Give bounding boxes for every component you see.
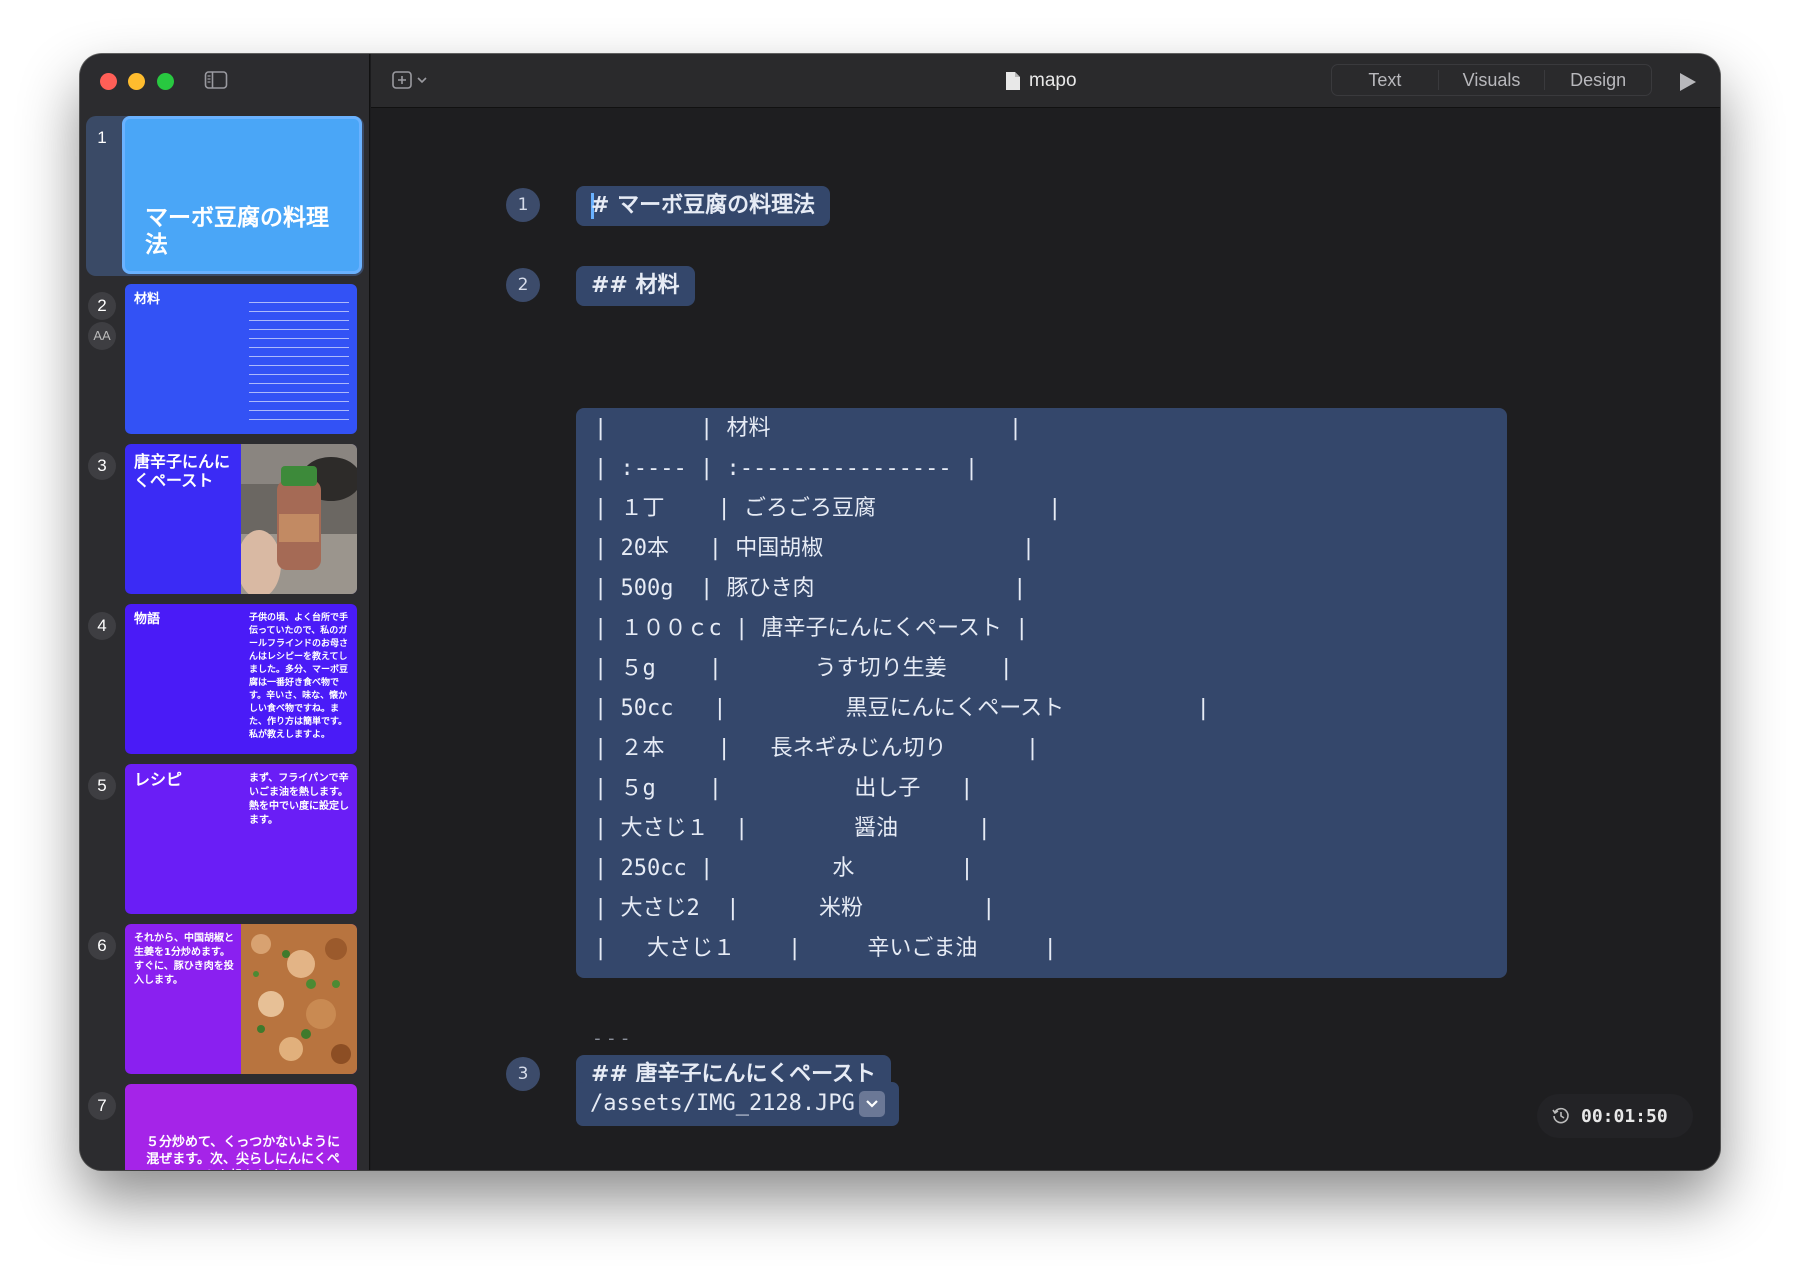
mapo-tofu-photo	[241, 924, 357, 1074]
slide-title: 唐辛子にんにくペースト	[134, 452, 231, 490]
table-line: | 50cc | 黒豆にんにくペースト |	[594, 696, 1210, 721]
document-name: mapo	[1029, 70, 1077, 91]
toolbar: mapo Text Visuals Design	[371, 54, 1720, 108]
slide-preview: それから、中国胡椒と生姜を1分炒めます。すぐに、豚ひき肉を投入します。	[125, 924, 357, 1074]
table-line: | 大さじ１ | 辛いごま油 |	[594, 936, 1057, 961]
slide-sidebar: 1 マーボ豆腐の料理法 2 AA 材料 3 唐辛子にんにくペースト 4 物語 子…	[80, 54, 370, 1170]
table-line: | ５g | 出し子 |	[594, 776, 974, 801]
app-window: 1 マーボ豆腐の料理法 2 AA 材料 3 唐辛子にんにくペースト 4 物語 子…	[80, 54, 1720, 1170]
slide-thumbnail-4[interactable]: 4 物語 子供の頃、よく台所で手伝っていたので、私のガールフラインドのお母さんは…	[80, 604, 370, 764]
heading-text: # マーボ豆腐の料理法	[591, 193, 816, 218]
tab-design[interactable]: Design	[1545, 70, 1651, 90]
slide-thumbnail-6[interactable]: 6 それから、中国胡椒と生姜を1分炒めます。すぐに、豚ひき肉を投入します。	[80, 924, 370, 1084]
slide-body-text: それから、中国胡椒と生姜を1分炒めます。すぐに、豚ひき肉を投入します。	[134, 933, 234, 986]
table-line: | 20本 | 中国胡椒 |	[594, 536, 1036, 561]
slide-thumbnail-3[interactable]: 3 唐辛子にんにくペースト	[80, 444, 370, 604]
slide-number: 6	[88, 932, 116, 960]
slide-table-preview	[249, 294, 349, 420]
editor-area: mapo Text Visuals Design 1 # マーボ豆腐の料理法 -…	[371, 54, 1720, 1170]
slide-list: 1 マーボ豆腐の料理法 2 AA 材料 3 唐辛子にんにくペースト 4 物語 子…	[80, 116, 370, 1170]
slide-number: 5	[88, 772, 116, 800]
table-line: | :---- | :---------------- |	[594, 456, 979, 481]
slide-thumbnail-1[interactable]: 1 マーボ豆腐の料理法	[80, 116, 370, 276]
slide-thumbnail-5[interactable]: 5 レシピ まず、フライパンで辛いごま油を熱します。熱を中でい度に設定します。	[80, 764, 370, 924]
slide-number: 2	[88, 292, 116, 320]
play-icon[interactable]	[1677, 72, 1697, 92]
slide-marker-2[interactable]: 2	[506, 268, 540, 302]
slide-preview: 材料	[125, 284, 357, 434]
view-mode-segmented-control: Text Visuals Design	[1331, 64, 1652, 96]
jar-photo	[241, 444, 357, 594]
slide-separator: ---	[592, 1028, 634, 1049]
timer-value: 00:01:50	[1581, 1105, 1668, 1127]
add-slide-icon[interactable]	[391, 70, 435, 92]
sidebar-titlebar	[80, 54, 370, 108]
table-line: | ２本 | 長ネギみじん切り |	[594, 736, 1040, 761]
table-line: | １丁 | ごろごろ豆腐 |	[594, 496, 1062, 521]
table-line: | １００ｃc | 唐辛子にんにくペースト |	[594, 616, 1029, 641]
slide-marker-3[interactable]: 3	[506, 1057, 540, 1091]
slide-body-text: 子供の頃、よく台所で手伝っていたので、私のガールフラインドのお母さんはレシピーを…	[249, 613, 349, 740]
table-line: | 500g | 豚ひき肉 |	[594, 576, 1027, 601]
slide-preview: マーボ豆腐の料理法	[122, 116, 362, 274]
sidebar-toggle-icon[interactable]	[204, 70, 228, 90]
heading-2[interactable]: ## 材料	[576, 266, 695, 306]
zoom-window-button[interactable]	[157, 73, 174, 90]
tab-visuals[interactable]: Visuals	[1439, 70, 1546, 90]
heading-1[interactable]: # マーボ豆腐の料理法	[576, 186, 831, 226]
slide-preview: ５分炒めて、くっつかないように混ぜます。次、尖らしにんにくペーストを投入します。	[125, 1084, 357, 1170]
slide-thumbnail-2[interactable]: 2 AA 材料	[80, 284, 370, 444]
table-line: | 大さじ１ | 醤油 |	[594, 816, 991, 841]
slide-title: 材料	[134, 292, 161, 307]
tab-text[interactable]: Text	[1332, 70, 1439, 90]
slide-number: 1	[97, 128, 107, 147]
table-line: | ５g | うす切り生姜 |	[594, 656, 1013, 681]
slide-marker-1[interactable]: 1	[506, 188, 540, 222]
table-line: | 250cc | 水 |	[594, 856, 974, 881]
slide-number: 7	[88, 1092, 116, 1120]
document-title: mapo	[1005, 68, 1077, 94]
slide-thumbnail-7[interactable]: 7 ５分炒めて、くっつかないように混ぜます。次、尖らしにんにくペーストを投入しま…	[80, 1084, 370, 1170]
chevron-down-icon[interactable]	[858, 1091, 885, 1117]
slide-preview: 物語 子供の頃、よく台所で手伝っていたので、私のガールフラインドのお母さんはレシ…	[125, 604, 357, 754]
slide-body-text: ５分炒めて、くっつかないように混ぜます。次、尖らしにんにくペーストを投入します。	[145, 1135, 341, 1170]
presentation-timer[interactable]: 00:01:50	[1537, 1094, 1693, 1138]
close-window-button[interactable]	[100, 73, 117, 90]
minimize-window-button[interactable]	[128, 73, 145, 90]
slide-number: 3	[88, 452, 116, 480]
slide-body-text: まず、フライパンで辛いごま油を熱します。熱を中でい度に設定します。	[249, 773, 349, 826]
ingredients-table-block[interactable]: | | 材料 | | :---- | :---------------- | |…	[576, 408, 1507, 978]
asset-path: /assets/IMG_2128.JPG	[590, 1091, 855, 1116]
slide-title: 物語	[134, 612, 161, 627]
table-line: | 大さじ2 | 米粉 |	[594, 896, 996, 921]
text-style-badge[interactable]: AA	[88, 322, 116, 350]
table-line: | | 材料 |	[594, 416, 1023, 441]
slide-title: レシピ	[134, 770, 183, 789]
slide-title: マーボ豆腐の料理法	[145, 205, 329, 258]
slide-preview: 唐辛子にんにくペースト	[125, 444, 357, 594]
markdown-editor[interactable]: 1 # マーボ豆腐の料理法 --- 2 ## 材料 | | 材料 | | :--…	[371, 109, 1720, 1170]
history-clock-icon	[1552, 1107, 1569, 1124]
slide-number: 4	[88, 612, 116, 640]
image-asset-link[interactable]: /assets/IMG_2128.JPG	[576, 1082, 899, 1126]
document-icon	[1006, 72, 1020, 90]
slide-preview: レシピ まず、フライパンで辛いごま油を熱します。熱を中でい度に設定します。	[125, 764, 357, 914]
